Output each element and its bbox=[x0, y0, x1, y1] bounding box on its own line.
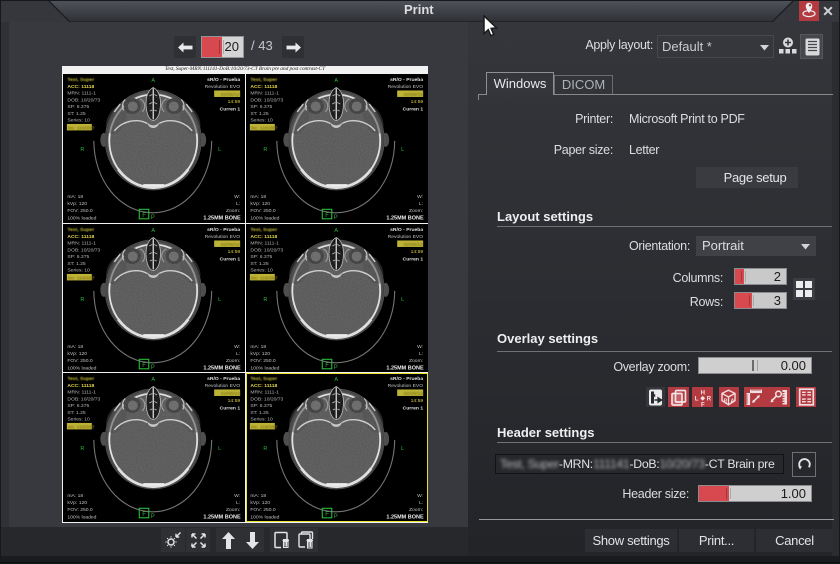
svg-text:F: F bbox=[701, 402, 705, 407]
svg-text:L: L bbox=[695, 396, 699, 402]
svg-text:H: H bbox=[701, 390, 705, 396]
svg-text:R: R bbox=[707, 396, 712, 402]
